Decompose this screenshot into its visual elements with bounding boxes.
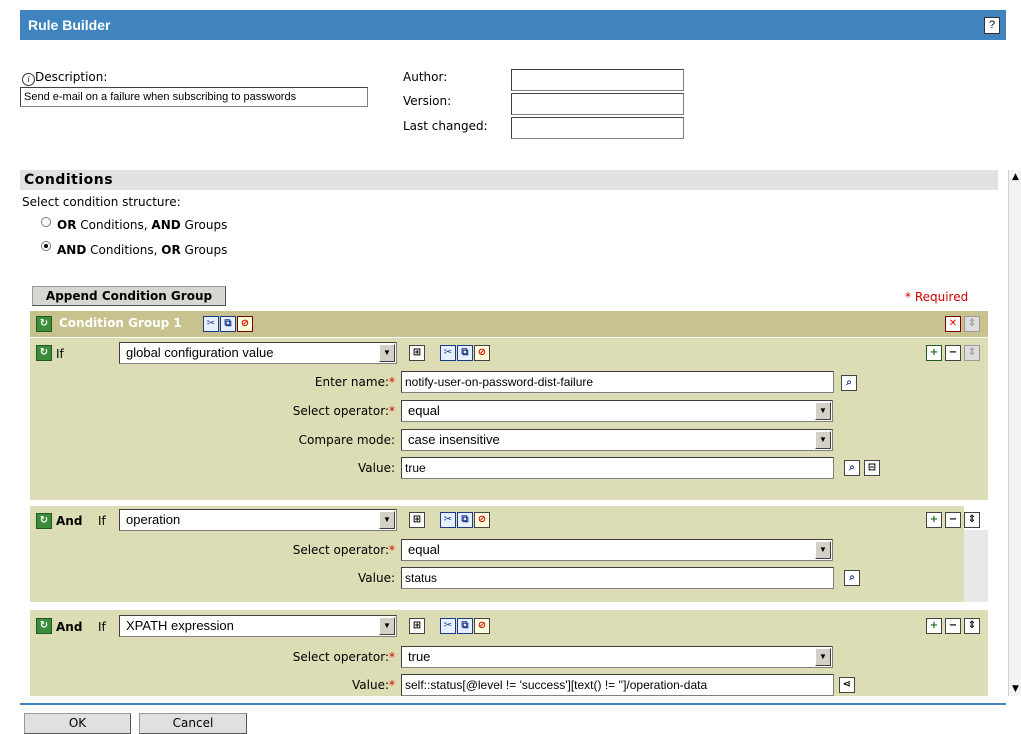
author-input[interactable] [511, 69, 684, 91]
row3-if-label: If [98, 620, 106, 634]
author-label: Author: [403, 70, 448, 84]
copy-icon[interactable]: ⧉ [220, 316, 236, 332]
row1-if-label: If [56, 347, 64, 361]
enter-name-input[interactable]: notify-user-on-password-dist-failure [401, 371, 834, 393]
chevron-down-icon: ▼ [379, 617, 395, 635]
row3-xpath-value-input[interactable]: self::status[@level != 'success'][text()… [401, 674, 834, 696]
required-note: * Required [905, 290, 969, 304]
row2-add-icon[interactable]: + [926, 512, 942, 528]
row2-move-icon[interactable]: ⇕ [964, 512, 980, 528]
row1-value-input[interactable]: true [401, 457, 834, 479]
last-changed-input[interactable] [511, 117, 684, 139]
radio-and-conditions[interactable] [41, 241, 51, 251]
chevron-down-icon: ▼ [379, 511, 395, 529]
row1-value-search-icon[interactable]: ⌕ [844, 460, 860, 476]
condition-panel-1-right [964, 338, 988, 500]
refresh-icon[interactable]: ↻ [36, 316, 52, 332]
row3-remove-icon[interactable]: − [945, 618, 961, 634]
row1-xpath-icon[interactable]: ⊞ [409, 345, 425, 361]
help-icon[interactable]: ? [984, 17, 1000, 34]
row2-paste-icon[interactable]: ⊘ [474, 512, 490, 528]
row1-operator-select[interactable]: equal ▼ [401, 400, 833, 422]
row2-cut-icon[interactable]: ✂ [440, 512, 456, 528]
row1-remove-icon[interactable]: − [945, 345, 961, 361]
scroll-down-icon[interactable]: ▼ [1009, 682, 1021, 696]
row2-operator-select[interactable]: equal ▼ [401, 539, 833, 561]
chevron-down-icon: ▼ [815, 402, 831, 420]
option-and-label: AND Conditions, OR Groups [57, 243, 228, 257]
ok-button[interactable]: OK [24, 713, 131, 734]
description-label: i Description: [22, 70, 107, 86]
conditions-header: Conditions [20, 170, 998, 190]
row1-cut-icon[interactable]: ✂ [440, 345, 456, 361]
footer-divider [20, 703, 1006, 705]
version-input[interactable] [511, 93, 684, 115]
delete-group-icon[interactable]: ✕ [945, 316, 961, 332]
paste-icon[interactable]: ⊘ [237, 316, 253, 332]
page-title: Rule Builder [28, 17, 111, 33]
row3-field1-label: Select operator:* [292, 650, 395, 664]
option-or-label: OR Conditions, AND Groups [57, 218, 228, 232]
cut-icon[interactable]: ✂ [203, 316, 219, 332]
condition-group-title: Condition Group 1 [59, 316, 182, 330]
row2-field1-label: Select operator:* [292, 543, 395, 557]
row2-value-input[interactable]: status [401, 567, 834, 589]
row3-move-icon[interactable]: ⇕ [964, 618, 980, 634]
chevron-down-icon: ▼ [815, 431, 831, 449]
row3-copy-icon[interactable]: ⧉ [457, 618, 473, 634]
radio-or-conditions[interactable] [41, 217, 51, 227]
version-label: Version: [403, 94, 452, 108]
chevron-down-icon: ▼ [379, 344, 395, 362]
row2-xpath-icon[interactable]: ⊞ [409, 512, 425, 528]
row3-refresh-icon[interactable]: ↻ [36, 618, 52, 634]
row1-move-icon[interactable]: ⇕ [964, 345, 980, 361]
structure-label: Select condition structure: [22, 195, 181, 209]
row1-field4-label: Value: [358, 461, 395, 475]
row3-cut-icon[interactable]: ✂ [440, 618, 456, 634]
row3-paste-icon[interactable]: ⊘ [474, 618, 490, 634]
row3-xpath-builder-icon[interactable]: ⋖ [839, 677, 855, 693]
row1-value-builder-icon[interactable]: ⊟ [864, 460, 880, 476]
condition-panel-2-right [964, 530, 988, 602]
row2-field2-label: Value: [358, 571, 395, 585]
description-input[interactable]: Send e-mail on a failure when subscribin… [20, 87, 368, 107]
row3-operator-select[interactable]: true ▼ [401, 646, 833, 668]
row1-copy-icon[interactable]: ⧉ [457, 345, 473, 361]
cancel-button[interactable]: Cancel [139, 713, 247, 734]
move-group-icon[interactable]: ⇕ [964, 316, 980, 332]
row2-copy-icon[interactable]: ⧉ [457, 512, 473, 528]
row1-field3-label: Compare mode: [298, 433, 395, 447]
title-bar: Rule Builder ? [20, 10, 1006, 40]
row1-paste-icon[interactable]: ⊘ [474, 345, 490, 361]
row2-and-label: And [56, 514, 83, 528]
row1-type-select[interactable]: global configuration value ▼ [119, 342, 397, 364]
last-changed-label: Last changed: [403, 119, 488, 133]
row2-refresh-icon[interactable]: ↻ [36, 513, 52, 529]
row3-field2-label: Value:* [352, 678, 395, 692]
row1-refresh-icon[interactable]: ↻ [36, 345, 52, 361]
row3-xpath-icon[interactable]: ⊞ [409, 618, 425, 634]
row1-field1-label: Enter name:* [314, 375, 395, 389]
row1-field2-label: Select operator:* [292, 404, 395, 418]
vertical-scrollbar[interactable]: ▲ ▼ [1008, 170, 1021, 696]
row2-type-select[interactable]: operation ▼ [119, 509, 397, 531]
row3-add-icon[interactable]: + [926, 618, 942, 634]
row2-value-search-icon[interactable]: ⌕ [844, 570, 860, 586]
row1-browse-search-icon[interactable]: ⌕ [841, 375, 857, 391]
scroll-up-icon[interactable]: ▲ [1009, 170, 1021, 184]
chevron-down-icon: ▼ [815, 648, 831, 666]
chevron-down-icon: ▼ [815, 541, 831, 559]
row3-and-label: And [56, 620, 83, 634]
info-icon: i [22, 73, 35, 86]
row2-if-label: If [98, 514, 106, 528]
row3-type-select[interactable]: XPATH expression ▼ [119, 615, 397, 637]
append-condition-group-button[interactable]: Append Condition Group [32, 286, 226, 306]
row2-remove-icon[interactable]: − [945, 512, 961, 528]
compare-mode-select[interactable]: case insensitive ▼ [401, 429, 833, 451]
row1-add-icon[interactable]: + [926, 345, 942, 361]
